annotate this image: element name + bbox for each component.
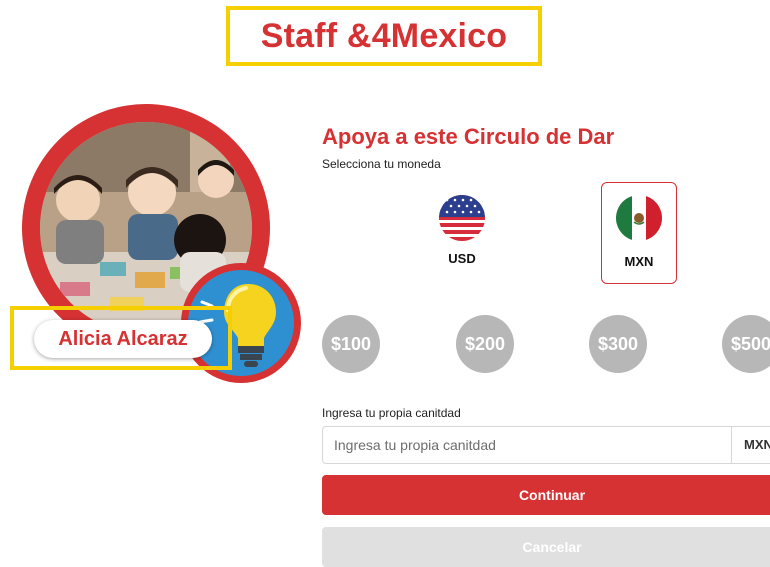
currency-code-mxn: MXN xyxy=(624,254,654,269)
page-title: Staff &4Mexico xyxy=(260,16,508,55)
donation-page: Staff &4Mexico Alicia Alcaraz Apoya a es… xyxy=(0,0,770,567)
custom-amount-label: Ingresa tu propia canitdad xyxy=(322,406,461,420)
cancel-button[interactable]: Cancelar xyxy=(322,527,770,567)
custom-amount-currency-suffix: MXN xyxy=(731,427,770,463)
custom-amount-field: MXN xyxy=(322,426,770,464)
amount-option-300[interactable]: $300 xyxy=(589,315,647,373)
currency-option-usd[interactable]: USD xyxy=(424,182,500,284)
custom-amount-input[interactable] xyxy=(323,427,735,463)
us-flag-icon xyxy=(439,195,485,241)
currency-prompt: Selecciona tu moneda xyxy=(322,157,441,171)
name-badge: Alicia Alcaraz xyxy=(34,320,212,358)
amount-option-200[interactable]: $200 xyxy=(456,315,514,373)
title-highlight-box: Staff &4Mexico xyxy=(226,6,542,66)
continue-button[interactable]: Continuar xyxy=(322,475,770,515)
amount-option-100[interactable]: $100 xyxy=(322,315,380,373)
amount-option-500[interactable]: $500 xyxy=(722,315,770,373)
profile-name: Alicia Alcaraz xyxy=(58,327,188,350)
currency-code-usd: USD xyxy=(448,251,476,266)
currency-option-mxn[interactable]: MXN xyxy=(601,182,677,284)
donation-heading: Apoya a este Circulo de Dar xyxy=(322,124,615,149)
mexico-flag-icon xyxy=(616,195,662,241)
